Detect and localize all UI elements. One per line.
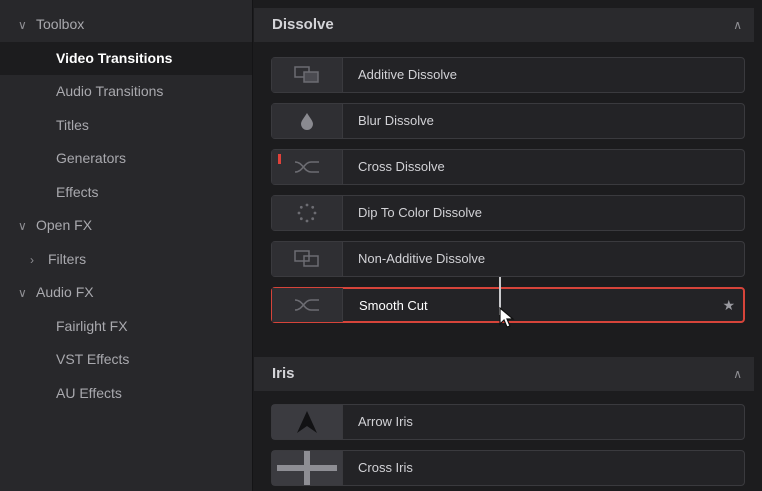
sidebar-item-label: Audio Transitions xyxy=(56,83,164,99)
transition-item-arrow-iris[interactable]: Arrow Iris xyxy=(271,404,745,440)
transition-label: Smooth Cut xyxy=(359,298,428,313)
smooth-cut-icon xyxy=(272,288,343,322)
sidebar-item-label: Filters xyxy=(48,250,87,267)
transition-item-cross-dissolve[interactable]: Cross Dissolve xyxy=(271,149,745,185)
section-title: Dissolve xyxy=(272,16,334,33)
transition-label: Cross Iris xyxy=(358,460,413,475)
transition-label: Arrow Iris xyxy=(358,414,413,429)
mouse-pointer-icon xyxy=(499,307,515,328)
transition-item-smooth-cut[interactable]: Smooth Cut ★ xyxy=(271,277,745,328)
sidebar-item-filters[interactable]: › Filters xyxy=(0,243,252,277)
chevron-down-icon: ∨ xyxy=(18,286,27,300)
sidebar-item-vst-effects[interactable]: VST Effects xyxy=(0,343,252,377)
dissolve-section-header[interactable]: Dissolve ∧ xyxy=(254,8,754,42)
sidebar-item-label: Open FX xyxy=(36,217,93,233)
transition-item-additive-dissolve[interactable]: Additive Dissolve xyxy=(271,57,745,93)
transitions-panel: Dissolve ∧ Additive Dissolve Blur Dissol… xyxy=(254,0,762,491)
star-icon[interactable]: ★ xyxy=(722,289,735,321)
arrow-iris-icon xyxy=(272,405,343,439)
sidebar-item-generators[interactable]: Generators xyxy=(0,142,252,176)
sidebar-item-label: AU Effects xyxy=(56,384,122,401)
chevron-down-icon: ∨ xyxy=(18,219,27,233)
transition-label: Non-Additive Dissolve xyxy=(358,251,486,266)
sidebar-item-au-effects[interactable]: AU Effects xyxy=(0,377,252,411)
sidebar-item-fairlight-fx[interactable]: Fairlight FX xyxy=(0,310,252,344)
blur-drop-icon xyxy=(272,104,343,138)
transition-item-cross-iris[interactable]: Cross Iris xyxy=(271,450,745,486)
cross-iris-icon xyxy=(272,451,343,485)
sidebar-item-label: Effects xyxy=(56,183,99,200)
transition-label: Cross Dissolve xyxy=(358,159,445,174)
sidebar-item-label: VST Effects xyxy=(56,351,130,367)
sidebar-item-effects[interactable]: Effects xyxy=(0,176,252,210)
sidebar-item-open-fx[interactable]: ∨ Open FX xyxy=(0,209,252,243)
transition-item-blur-dissolve[interactable]: Blur Dissolve xyxy=(271,103,745,139)
chevron-right-icon: › xyxy=(30,252,34,267)
sidebar-item-label: Video Transitions xyxy=(56,49,173,66)
sidebar-item-audio-transitions[interactable]: Audio Transitions xyxy=(0,75,252,109)
transition-label: Additive Dissolve xyxy=(358,67,457,82)
favorite-marker xyxy=(278,154,281,164)
cross-dissolve-icon xyxy=(272,150,343,184)
sidebar-item-label: Toolbox xyxy=(36,16,85,32)
transition-label: Dip To Color Dissolve xyxy=(358,205,483,220)
sidebar-item-label: Generators xyxy=(56,150,127,166)
sidebar-item-label: Titles xyxy=(56,116,89,133)
sidebar-item-label: Fairlight FX xyxy=(56,317,128,334)
sidebar-item-video-transitions[interactable]: Video Transitions xyxy=(0,41,252,75)
non-additive-dissolve-icon xyxy=(272,242,343,276)
chevron-down-icon: ∨ xyxy=(18,18,27,32)
chevron-up-icon[interactable]: ∧ xyxy=(733,357,742,391)
toolbox-sidebar: ∨ Toolbox Video Transitions Audio Transit… xyxy=(0,0,253,491)
chevron-up-icon[interactable]: ∧ xyxy=(733,8,742,42)
transition-item-non-additive-dissolve[interactable]: Non-Additive Dissolve xyxy=(271,241,745,277)
sidebar-item-titles[interactable]: Titles xyxy=(0,109,252,143)
section-title: Iris xyxy=(272,365,295,382)
sidebar-item-toolbox[interactable]: ∨ Toolbox xyxy=(0,8,252,42)
additive-dissolve-icon xyxy=(272,58,343,92)
transition-item-dip-to-color-dissolve[interactable]: Dip To Color Dissolve xyxy=(271,195,745,231)
sidebar-item-audio-fx[interactable]: ∨ Audio FX xyxy=(0,276,252,310)
iris-section-header[interactable]: Iris ∧ xyxy=(254,357,754,391)
sidebar-item-label: Audio FX xyxy=(36,284,94,300)
dip-to-color-icon xyxy=(272,196,343,230)
transition-label: Blur Dissolve xyxy=(358,113,434,128)
